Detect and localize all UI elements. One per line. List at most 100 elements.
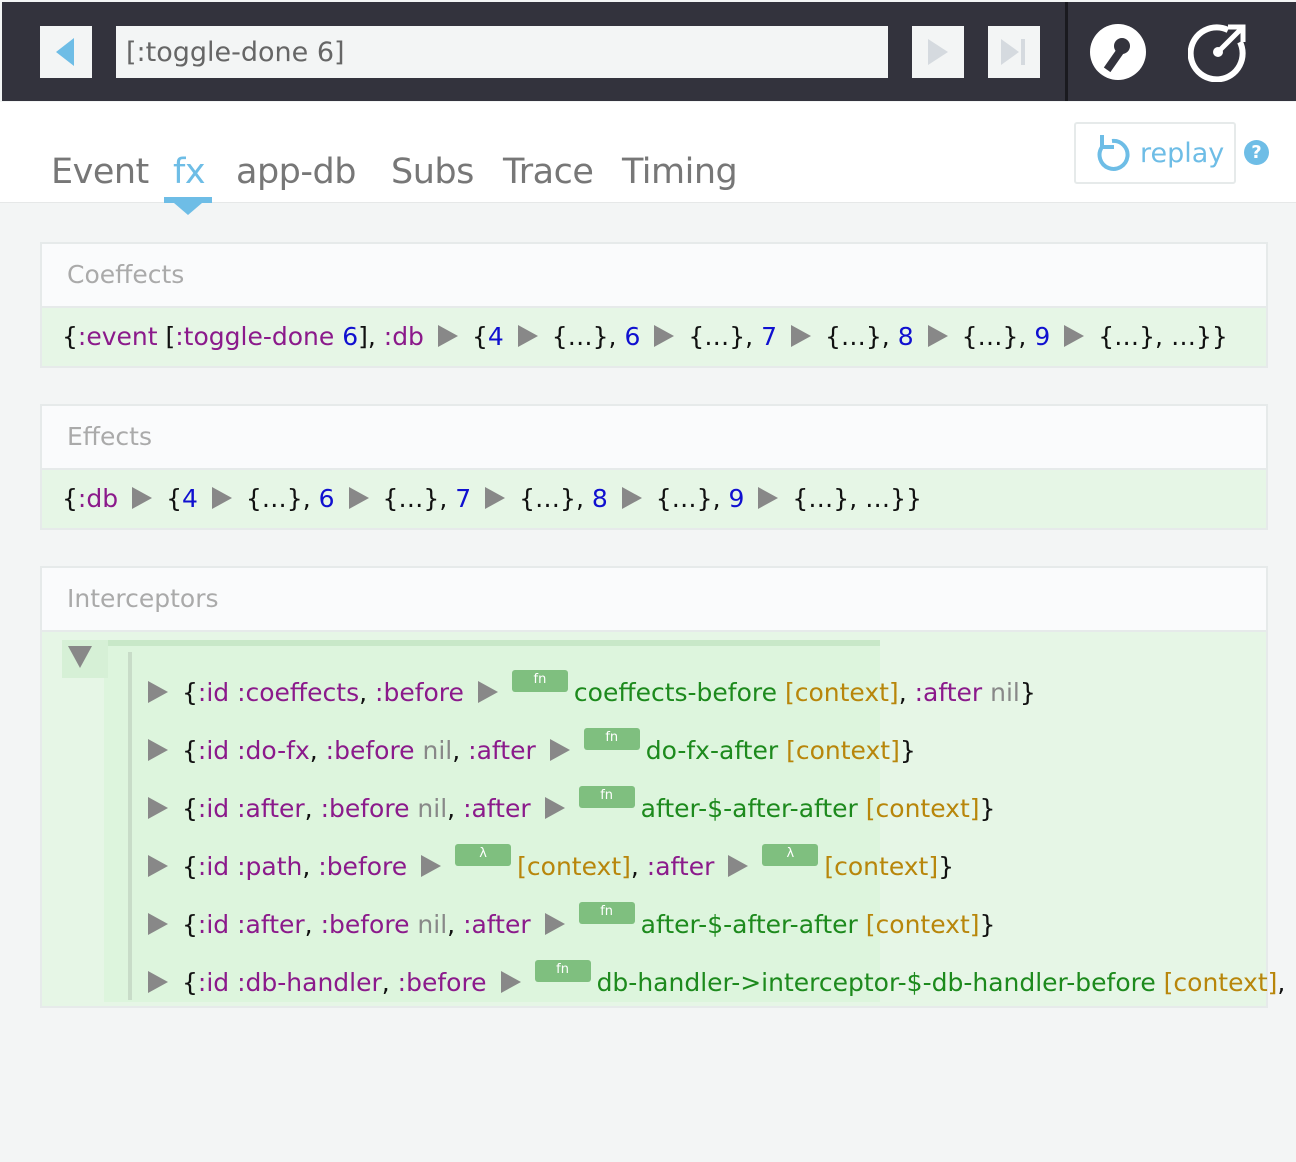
keyword: :id :after bbox=[197, 910, 305, 939]
expand-triangle-icon[interactable] bbox=[437, 325, 458, 347]
expand-triangle-icon[interactable] bbox=[477, 681, 498, 703]
punctuation: {…}, bbox=[519, 484, 592, 513]
tab-subs[interactable]: Subs bbox=[391, 152, 474, 192]
nil-value: nil bbox=[414, 736, 453, 765]
expand-triangle-icon[interactable] bbox=[148, 739, 168, 761]
keyword: :toggle-done bbox=[175, 322, 335, 351]
number: 4 bbox=[181, 484, 198, 513]
expand-triangle-icon[interactable] bbox=[148, 913, 168, 935]
next-event-button[interactable] bbox=[912, 26, 964, 78]
expand-triangle-icon[interactable] bbox=[654, 325, 675, 347]
tab-event[interactable]: Event bbox=[51, 152, 149, 192]
expand-triangle-icon[interactable] bbox=[148, 797, 168, 819]
punctuation: { bbox=[182, 910, 198, 939]
expand-triangle-icon[interactable] bbox=[517, 325, 538, 347]
tab-trace[interactable]: Trace bbox=[503, 152, 594, 192]
function-badge[interactable]: λ bbox=[455, 844, 512, 866]
keyword: :id :db-handler bbox=[197, 968, 382, 997]
number: 4 bbox=[487, 322, 504, 351]
help-icon[interactable]: ? bbox=[1244, 140, 1269, 165]
argument-list: [context] bbox=[857, 794, 980, 823]
effects-panel: Effects {:db {4 {…}, 6 {…}, 7 {…}, 8 {…}, 9 {…… bbox=[40, 404, 1268, 530]
expand-triangle-icon[interactable] bbox=[1064, 325, 1085, 347]
punctuation: , bbox=[302, 852, 319, 881]
collapse-toggle[interactable] bbox=[62, 640, 108, 678]
keyword: :id :coeffects bbox=[197, 678, 360, 707]
function-badge[interactable]: fn bbox=[578, 786, 635, 808]
keyword: :before bbox=[320, 910, 410, 939]
nil-value: nil bbox=[409, 794, 448, 823]
expand-triangle-icon[interactable] bbox=[927, 325, 948, 347]
punctuation: , bbox=[304, 794, 321, 823]
expand-triangle-icon[interactable] bbox=[348, 487, 369, 509]
skip-to-latest-button[interactable] bbox=[988, 26, 1040, 78]
tab-fx[interactable]: fx bbox=[173, 152, 206, 192]
punctuation: } bbox=[979, 794, 996, 823]
punctuation: , bbox=[630, 852, 647, 881]
punctuation: { bbox=[182, 736, 198, 765]
function-name: after-$-after-after bbox=[640, 910, 858, 939]
nil-value: nil bbox=[982, 678, 1020, 707]
punctuation: , bbox=[1277, 968, 1286, 997]
punctuation: ], bbox=[358, 322, 384, 351]
number: 7 bbox=[761, 322, 777, 351]
expand-triangle-icon[interactable] bbox=[544, 797, 565, 819]
expand-triangle-icon[interactable] bbox=[421, 855, 442, 877]
punctuation: { bbox=[182, 968, 198, 997]
function-badge[interactable]: fn bbox=[534, 960, 591, 982]
number: 8 bbox=[897, 322, 914, 351]
punctuation: , bbox=[304, 910, 321, 939]
keyword: :before bbox=[397, 968, 487, 997]
tab-bar: Event fx app-db Subs Trace Timing replay… bbox=[0, 102, 1296, 215]
function-badge[interactable]: fn bbox=[583, 728, 640, 750]
expand-triangle-icon[interactable] bbox=[148, 971, 168, 993]
function-badge[interactable]: λ bbox=[762, 844, 819, 866]
keyword: :db bbox=[77, 484, 119, 513]
function-badge[interactable]: fn bbox=[511, 670, 568, 692]
keyword: :before bbox=[325, 736, 415, 765]
replay-button[interactable]: replay bbox=[1074, 122, 1236, 184]
punctuation: , bbox=[898, 678, 915, 707]
expand-triangle-icon[interactable] bbox=[211, 487, 232, 509]
expand-triangle-icon[interactable] bbox=[728, 855, 749, 877]
argument-list: [context] bbox=[778, 736, 900, 765]
punctuation: , bbox=[447, 910, 464, 939]
expand-triangle-icon[interactable] bbox=[621, 487, 642, 509]
expand-triangle-icon[interactable] bbox=[132, 487, 153, 509]
expand-triangle-icon[interactable] bbox=[148, 681, 168, 703]
replay-icon bbox=[1097, 135, 1130, 171]
interceptors-title: Interceptors bbox=[42, 568, 1266, 632]
expand-triangle-icon[interactable] bbox=[544, 913, 565, 935]
keyword: :event bbox=[77, 322, 158, 351]
expand-triangle-icon[interactable] bbox=[500, 971, 521, 993]
effects-title: Effects bbox=[42, 406, 1266, 470]
punctuation: [ bbox=[157, 322, 176, 351]
expand-triangle-icon[interactable] bbox=[485, 487, 506, 509]
punctuation: {…}, bbox=[551, 322, 625, 351]
interceptor-row: {:id :after, :before nil, :after fn after-… bbox=[128, 884, 995, 942]
punctuation: } bbox=[1019, 678, 1036, 707]
expand-triangle-icon[interactable] bbox=[791, 325, 811, 347]
previous-event-button[interactable] bbox=[40, 26, 92, 78]
keyword: :id :after bbox=[197, 794, 305, 823]
expand-triangle-icon[interactable] bbox=[148, 855, 168, 877]
expand-triangle-icon[interactable] bbox=[549, 739, 570, 761]
tab-app-db[interactable]: app-db bbox=[236, 152, 356, 192]
external-link-icon[interactable] bbox=[1188, 22, 1248, 82]
punctuation: , bbox=[447, 794, 464, 823]
punctuation: { bbox=[182, 794, 198, 823]
wrench-icon[interactable] bbox=[1088, 22, 1148, 82]
event-input[interactable] bbox=[116, 26, 888, 78]
keyword: :after bbox=[914, 678, 983, 707]
effects-value: {:db {4 {…}, 6 {…}, 7 {…}, 8 {…}, 9 {…}, …}} bbox=[42, 470, 1266, 528]
punctuation bbox=[334, 322, 342, 351]
function-badge[interactable]: fn bbox=[578, 902, 635, 924]
punctuation: , bbox=[452, 736, 469, 765]
expand-triangle-icon[interactable] bbox=[758, 487, 779, 509]
keyword: :id :path bbox=[197, 852, 303, 881]
argument-list: [context] bbox=[824, 852, 939, 881]
punctuation: {…}, bbox=[245, 484, 319, 513]
number: 7 bbox=[455, 484, 472, 513]
tab-timing[interactable]: Timing bbox=[622, 152, 738, 192]
argument-list: [context] bbox=[857, 910, 980, 939]
